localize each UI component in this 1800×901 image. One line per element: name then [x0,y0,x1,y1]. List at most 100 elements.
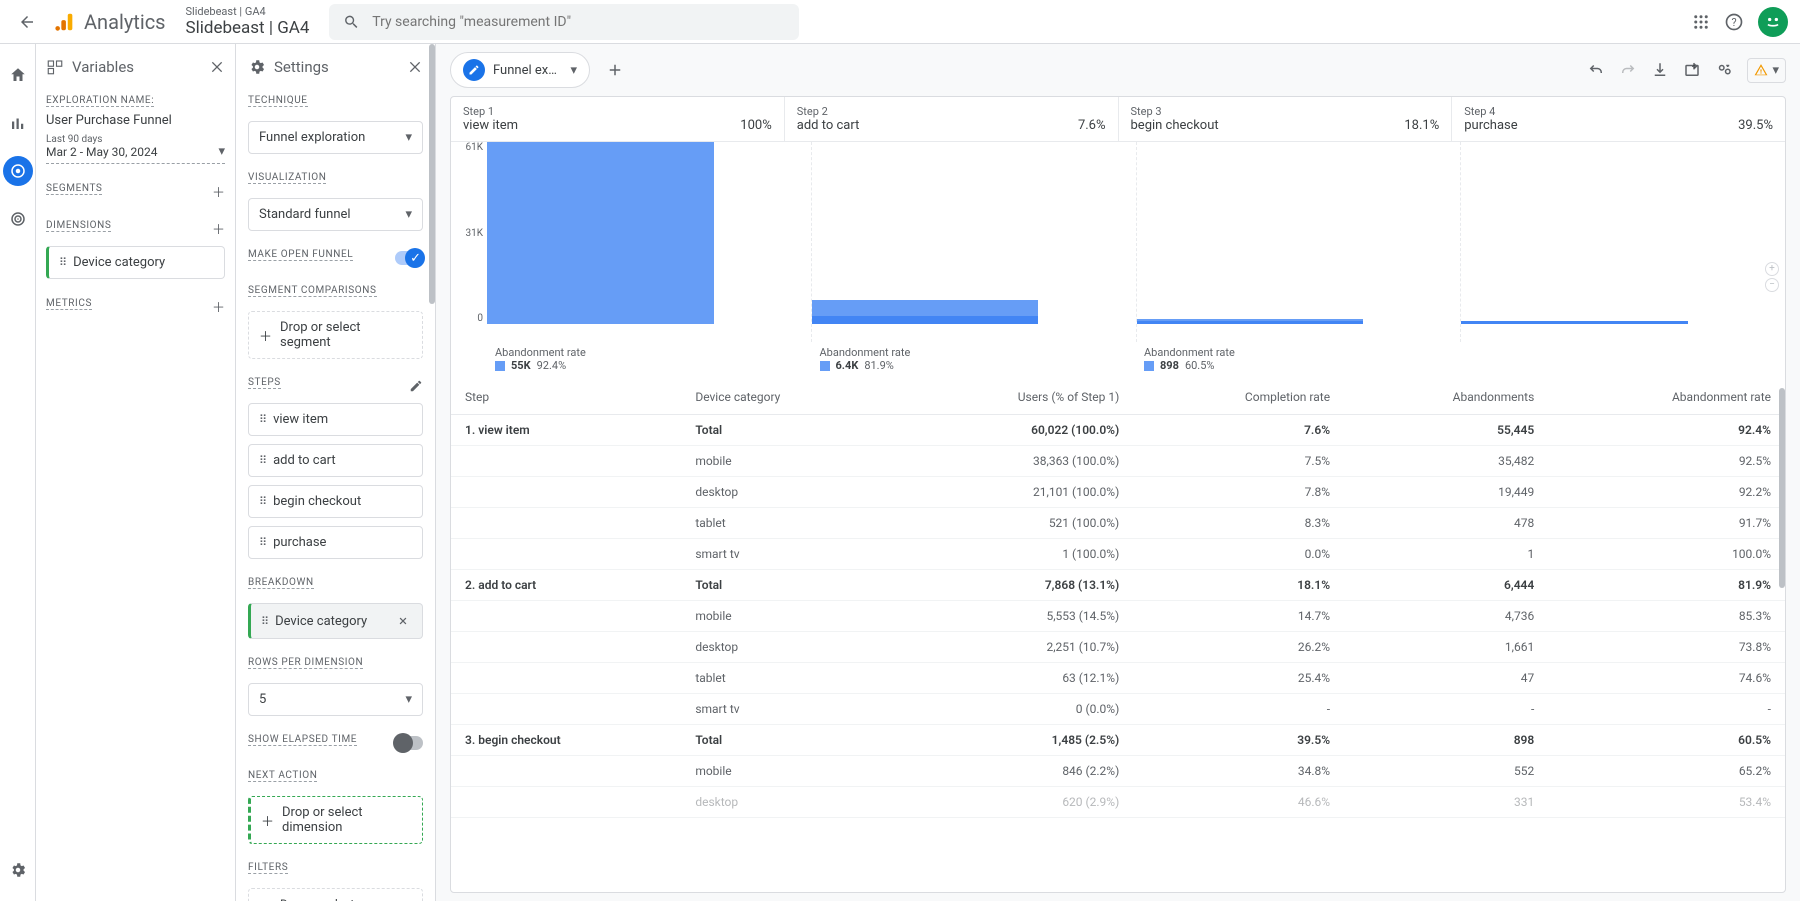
table-cell [451,446,681,477]
drag-handle-icon: ⠿ [259,454,265,467]
table-cell: 1 (100.0%) [892,539,1133,570]
step-number: Step 2 [797,105,860,118]
table-cell: 6,444 [1344,570,1548,601]
table-header[interactable]: Completion rate [1133,380,1344,415]
chip-label: begin checkout [273,494,361,509]
download-button[interactable] [1651,61,1669,79]
table-cell: 65.2% [1548,756,1785,787]
undo-button[interactable] [1587,61,1605,79]
table-cell: 19,449 [1344,477,1548,508]
open-funnel-toggle[interactable]: ✓ [395,251,423,265]
table-row: mobile846 (2.2%)34.8%55265.2% [451,756,1785,787]
table-cell: 0.0% [1133,539,1344,570]
dimension-chip[interactable]: ⠿ Device category [46,246,225,279]
settings-title: Settings [274,58,329,76]
help-icon[interactable]: ? [1724,12,1744,32]
breakdown-chip[interactable]: ⠿ Device category [248,603,423,639]
abandonment-cell: Abandonment rate6.4K81.9% [812,346,1137,372]
nav-advertising-icon[interactable] [3,204,33,234]
table-cell: 39.5% [1133,725,1344,756]
breakdown-label: BREAKDOWN [248,577,314,589]
table-cell: smart tv [681,694,892,725]
step-chip[interactable]: ⠿purchase [248,526,423,559]
chip-label: add to cart [273,453,336,468]
elapsed-time-toggle[interactable] [395,736,423,750]
drag-handle-icon: ⠿ [259,495,265,508]
chip-label: Device category [275,614,367,629]
rows-per-dim-select[interactable]: 5 ▾ [248,683,423,716]
add-tab-button[interactable] [600,55,630,85]
y-tick: 31K [465,228,483,239]
drop-filter-area[interactable]: ＋ Drop or select dimension or metric [248,888,423,901]
step-percent: 100% [740,118,771,133]
edit-steps-button[interactable] [409,379,423,393]
nav-home-icon[interactable] [3,60,33,90]
zoom-out-button[interactable]: − [1765,278,1779,292]
table-cell: 46.6% [1133,787,1344,818]
date-range-picker[interactable]: Last 90 days Mar 2 - May 30, 2024 ▾ [46,134,225,164]
redo-button[interactable] [1619,61,1637,79]
step-number: Step 4 [1464,105,1517,118]
settings-scrollbar[interactable] [429,44,435,304]
step-chip[interactable]: ⠿ begin checkout [248,485,423,518]
table-cell: 2,251 (10.7%) [892,632,1133,663]
funnel-column [487,142,812,342]
table-row: mobile5,553 (14.5%)14.7%4,73685.3% [451,601,1785,632]
table-cell: Total [681,415,892,446]
table-cell: 21,101 (100.0%) [892,477,1133,508]
table-header[interactable]: Users (% of Step 1) [892,380,1133,415]
table-cell: 55,445 [1344,415,1548,446]
table-cell: desktop [681,477,892,508]
table-cell: 552 [1344,756,1548,787]
nav-reports-icon[interactable] [3,108,33,138]
zoom-in-button[interactable]: + [1765,262,1779,276]
drop-next-action-area[interactable]: ＋ Drop or select dimension [248,796,423,844]
user-avatar[interactable] [1758,7,1788,37]
table-cell: 846 (2.2%) [892,756,1133,787]
elapsed-time-label: SHOW ELAPSED TIME [248,734,357,746]
technique-select[interactable]: Funnel exploration ▾ [248,121,423,154]
visualization-select[interactable]: Standard funnel ▾ [248,198,423,231]
chip-label: view item [273,412,328,427]
add-metric-button[interactable]: ＋ [212,297,225,316]
table-row: smart tv0 (0.0%)--- [451,694,1785,725]
drop-segment-area[interactable]: ＋ Drop or select segment [248,311,423,359]
table-cell: desktop [681,787,892,818]
table-cell: 1,485 (2.5%) [892,725,1133,756]
table-cell [451,477,681,508]
add-segment-button[interactable]: ＋ [212,182,225,201]
drag-handle-icon: ⠿ [259,536,265,549]
table-header[interactable]: Abandonments [1344,380,1548,415]
search-input[interactable] [372,14,785,30]
close-settings-button[interactable] [407,59,423,75]
export-button[interactable] [1683,61,1701,79]
table-cell: - [1548,694,1785,725]
remove-chip-button[interactable] [394,612,412,630]
table-row: 2. add to cartTotal7,868 (13.1%)18.1%6,4… [451,570,1785,601]
abandon-pct: 81.9% [864,359,894,372]
step-chip[interactable]: ⠿ add to cart [248,444,423,477]
sampling-warning[interactable]: ▾ [1747,58,1786,83]
table-header[interactable]: Abandonment rate [1548,380,1785,415]
nav-admin-icon[interactable] [3,855,33,885]
table-header[interactable]: Device category [681,380,892,415]
back-button[interactable] [12,7,42,37]
account-selector[interactable]: Slidebeast | GA4 Slidebeast | GA4 [186,5,310,39]
apps-icon[interactable] [1692,13,1710,31]
table-cell: 63 (12.1%) [892,663,1133,694]
table-scrollbar[interactable] [1779,388,1785,588]
exploration-name-input[interactable] [46,113,225,128]
search-bar[interactable] [329,4,799,40]
caret-down-icon: ▾ [405,130,412,145]
table-header[interactable]: Step [451,380,681,415]
table-cell: 5,553 (14.5%) [892,601,1133,632]
date-preset: Last 90 days [46,134,157,145]
close-variables-button[interactable] [209,59,225,75]
exploration-tab[interactable]: Funnel explor… ▾ [450,52,590,88]
share-button[interactable] [1715,61,1733,79]
add-dimension-button[interactable]: ＋ [212,219,225,238]
step-chip[interactable]: ⠿view item [248,403,423,436]
filters-label: FILTERS [248,862,288,874]
nav-explore-icon[interactable] [3,156,33,186]
drag-handle-icon: ⠿ [261,615,267,628]
